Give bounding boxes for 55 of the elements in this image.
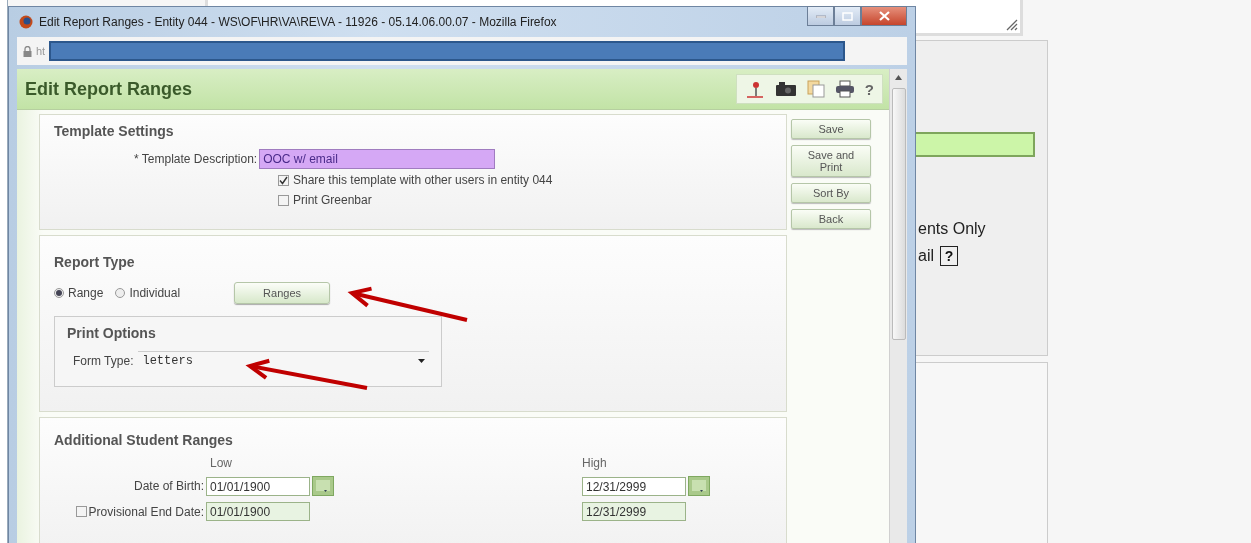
close-button[interactable] [861,6,907,26]
calendar-icon[interactable] [312,476,334,496]
resize-grip-icon[interactable] [1004,17,1018,31]
checkbox[interactable] [278,194,289,206]
date-field[interactable]: 12/31/2999 [582,476,686,496]
side-button[interactable]: Save [791,119,871,139]
date-field[interactable]: 01/01/1900 [206,476,310,496]
maximize-icon [842,11,853,21]
camera-icon[interactable] [774,81,797,97]
input-field[interactable]: OOC w/ email [259,149,496,169]
maximize-button[interactable] [834,6,861,26]
field-label: Form Type: [73,353,134,368]
printer-icon[interactable] [834,80,855,98]
side-button[interactable]: Save and Print [791,145,871,177]
date-field[interactable]: 12/31/2999 [582,502,686,521]
section-heading: Additional Student Ranges [54,432,234,448]
option-label: ents Only [918,220,986,238]
option-label: ail [918,247,934,265]
radio-button[interactable] [115,288,126,298]
warning-pin-icon[interactable] [744,80,765,98]
ranges-button[interactable]: Ranges [234,282,331,304]
notes-icon[interactable] [806,80,825,98]
radio-label: Range [68,286,104,300]
lock-icon [23,45,32,57]
field-label: Date of Birth: [133,479,204,493]
checkbox[interactable] [278,174,289,186]
caret-icon [418,359,425,363]
minimize-button[interactable] [807,6,834,26]
scrollbar[interactable] [889,69,907,543]
column-header: High [582,456,608,470]
help-button[interactable]: ? [864,80,874,98]
checkbox-label: Print Greenbar [293,193,372,207]
section-heading: Template Settings [54,123,175,139]
window-title: Edit Report Ranges - Entity 044 - WS\OF\HR\VA\RE\VA - 11926 - 05.14.06.00.07 - Mozilla Firefox [39,15,557,29]
page-title: Edit Report Ranges [25,78,193,100]
section-heading: Report Type [54,254,136,270]
dropdown[interactable]: letters [138,351,429,370]
calendar-icon[interactable] [688,476,710,496]
radio-label: Individual [129,286,181,300]
field-label: * Template Description: [134,152,258,166]
address-text: ht [36,45,46,57]
scroll-thumb[interactable] [891,88,906,340]
date-field[interactable]: 01/01/1900 [206,502,310,521]
browser-logo-icon [19,15,33,29]
column-header: Low [209,456,232,470]
side-button[interactable]: Back [791,209,871,229]
side-button[interactable]: Sort By [791,183,871,203]
section-heading: Print Options [67,325,157,341]
checkbox[interactable] [75,506,87,517]
help-button[interactable]: ? [940,246,958,266]
radio-button[interactable] [54,288,64,298]
field-label: Provisional End Date: [88,504,204,519]
checkbox-label: Share this template with other users in entity 044 [293,173,553,187]
scroll-up-icon[interactable] [895,75,902,80]
close-icon [878,11,890,21]
